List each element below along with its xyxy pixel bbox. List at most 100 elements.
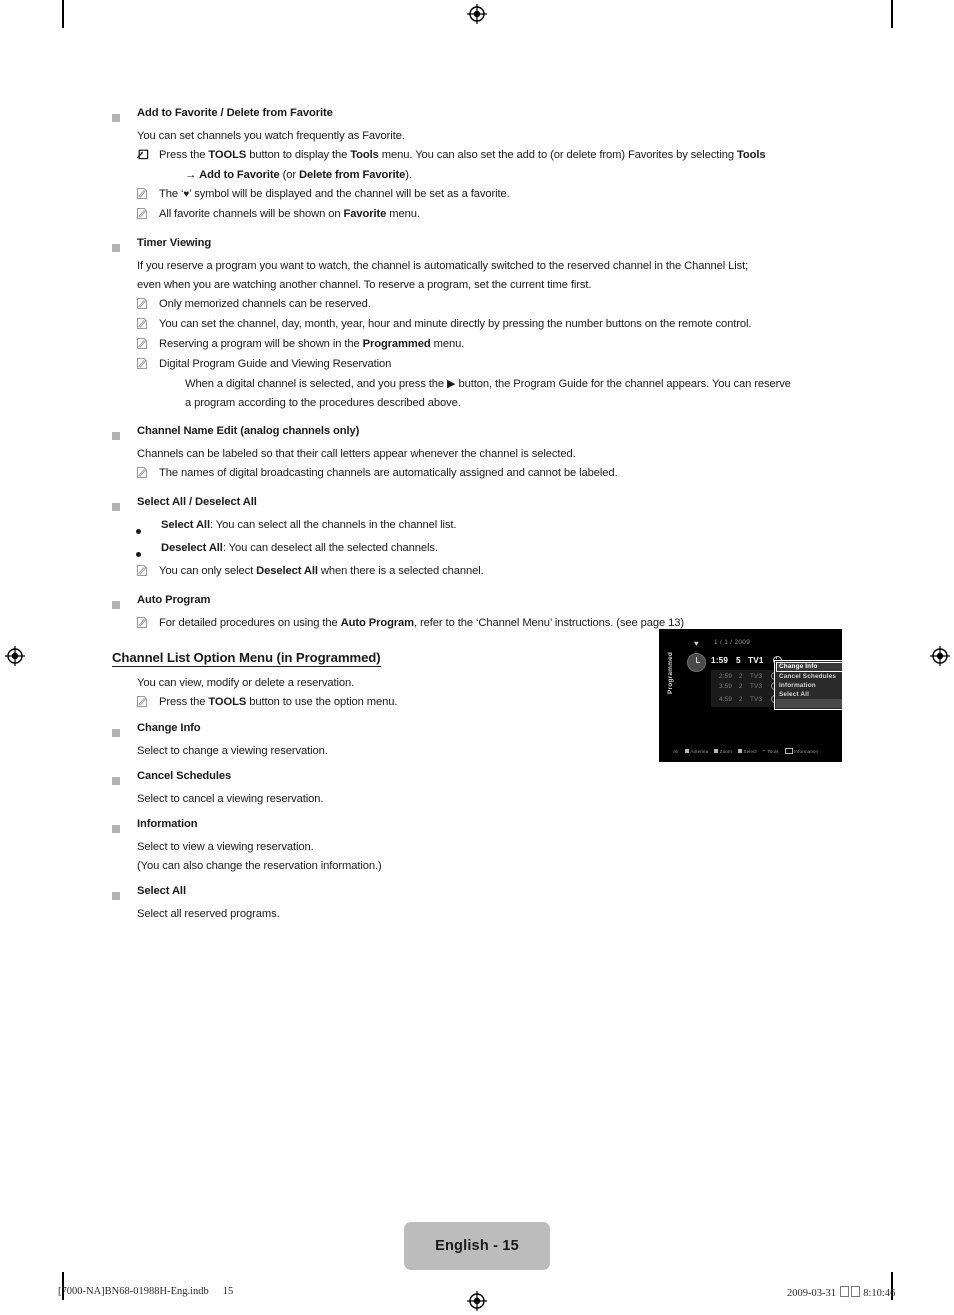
tv-row-number: 2	[739, 695, 743, 703]
option-item-cancel-schedules: Cancel Schedules Select to cancel a view…	[112, 767, 842, 809]
footer-page-number: 15	[222, 1286, 234, 1297]
square-bullet-icon	[112, 104, 137, 127]
tv-key-label: Antenna	[690, 748, 709, 754]
option-item-heading: Change Info	[137, 722, 201, 734]
tv-row-channel: TV1	[748, 655, 764, 665]
footer-filename: [7000-NA]BN68-01988H-Eng.indb	[58, 1286, 209, 1297]
tv-key-label: Select	[743, 748, 757, 754]
bullet-text: Deselect All: You can deselect all the s…	[161, 542, 438, 554]
square-bullet-icon	[112, 719, 137, 742]
note-text: The ‘♥’ symbol will be displayed and the…	[159, 188, 510, 200]
tv-date-label: 1 / 1 / 2009	[714, 639, 751, 646]
section-heading: Select All / Deselect All	[137, 496, 257, 508]
missing-glyph-box	[839, 1286, 849, 1297]
note-icon	[136, 614, 159, 634]
dot-bullet-icon	[136, 539, 161, 562]
note-subtext-line2: a program according to the procedures de…	[185, 397, 461, 409]
note-text: Digital Program Guide and Viewing Reserv…	[159, 358, 392, 370]
tv-side-label: Programmed	[667, 651, 674, 695]
option-menu-title: Channel List Option Menu (in Programmed)	[112, 650, 381, 667]
color-key-icon	[714, 749, 719, 753]
tv-row-time: 4:59	[719, 695, 733, 703]
info-icon	[784, 748, 793, 754]
note-icon	[136, 295, 159, 315]
tv-row-channel: TV3	[750, 682, 763, 690]
note-icon	[136, 693, 159, 713]
square-bullet-icon	[112, 767, 137, 790]
square-bullet-icon	[112, 591, 137, 614]
tv-key-air[interactable]: Air	[673, 749, 679, 754]
note-text: Only memorized channels can be reserved.	[159, 298, 371, 310]
section-body: If you reserve a program you want to wat…	[137, 260, 749, 272]
tv-row-channel: TV3	[750, 695, 763, 703]
favorite-heart-icon: ♥	[694, 639, 699, 648]
tv-osd-screenshot: Programmed ♥ 1 / 1 / 2009 1:59 5 TV1 2:5…	[659, 629, 842, 762]
section-heading: Add to Favorite / Delete from Favorite	[137, 107, 333, 119]
tv-key-label: Zoom	[719, 748, 732, 754]
tv-key-zoom[interactable]: Zoom	[714, 749, 732, 754]
section-body: Channels can be labeled so that their ca…	[137, 448, 576, 460]
tv-option-popup-menu: Change Info Cancel Schedules Information…	[774, 660, 842, 710]
note-text: Press the TOOLS button to display the To…	[159, 149, 766, 161]
tv-row-number: 5	[736, 655, 741, 665]
note-icon	[136, 185, 159, 205]
registration-mark-top	[466, 3, 488, 25]
tv-popup-item-select-all[interactable]: Select All	[776, 690, 842, 699]
section-auto-program: Auto Program For detailed procedures on …	[112, 591, 842, 634]
bullet-text: Select All: You can select all the chann…	[161, 519, 457, 531]
option-item-desc: Select to cancel a viewing reservation.	[137, 793, 324, 805]
note-icon	[136, 335, 159, 355]
note-text: Press the TOOLS button to use the option…	[159, 696, 398, 708]
square-bullet-icon	[112, 493, 137, 516]
tv-row-time: 2:59	[719, 672, 733, 680]
section-add-favorite: Add to Favorite / Delete from Favorite Y…	[112, 104, 842, 225]
clock-icon	[687, 653, 706, 672]
option-item-heading: Cancel Schedules	[137, 770, 232, 782]
note-text-continued: → Add to Favorite (or Delete from Favori…	[185, 169, 412, 181]
option-item-desc: Select to view a viewing reservation.	[137, 841, 314, 853]
tv-key-guide-bar: Air Antenna Zoom Select ⌐ Tools Informat…	[667, 746, 836, 756]
tv-key-tools[interactable]: ⌐ Tools	[763, 748, 779, 754]
tools-icon	[136, 146, 159, 166]
section-body-line2: even when you are watching another chann…	[137, 279, 592, 291]
tools-icon: ⌐	[762, 748, 766, 754]
square-bullet-icon	[112, 234, 137, 257]
note-icon	[136, 562, 159, 582]
option-item-select-all: Select All Select all reserved programs.	[112, 882, 842, 924]
section-heading: Timer Viewing	[137, 237, 212, 249]
section-body: You can set channels you watch frequentl…	[137, 130, 405, 142]
footer-time: 8:10:46	[863, 1288, 896, 1299]
square-bullet-icon	[112, 815, 137, 838]
manual-page-content: Add to Favorite / Delete from Favorite Y…	[112, 104, 842, 924]
square-bullet-icon	[112, 422, 137, 445]
note-text: You can set the channel, day, month, yea…	[159, 318, 752, 330]
registration-mark-right	[929, 645, 951, 667]
note-text: For detailed procedures on using the Aut…	[159, 617, 685, 629]
section-heading: Channel Name Edit (analog channels only)	[137, 425, 360, 437]
tv-popup-item-cancel-schedules[interactable]: Cancel Schedules	[776, 672, 842, 681]
footer-date: 2009-03-31	[787, 1288, 836, 1299]
note-subtext: When a digital channel is selected, and …	[185, 378, 791, 390]
tv-popup-item-change-info[interactable]: Change Info	[776, 662, 842, 672]
registration-mark-bottom	[466, 1290, 488, 1312]
section-timer-viewing: Timer Viewing If you reserve a program y…	[112, 234, 842, 413]
tv-key-information[interactable]: Information	[784, 748, 819, 754]
color-key-icon	[684, 749, 689, 753]
tv-popup-item-empty	[776, 699, 842, 708]
color-key-icon	[737, 749, 742, 753]
square-bullet-icon	[112, 882, 137, 905]
tv-row-number: 2	[739, 682, 743, 690]
dot-bullet-icon	[136, 516, 161, 539]
registration-mark-left	[4, 645, 26, 667]
note-icon	[136, 315, 159, 335]
option-item-heading: Information	[137, 818, 198, 830]
note-text: All favorite channels will be shown on F…	[159, 208, 420, 220]
note-text: You can only select Deselect All when th…	[159, 565, 484, 577]
tv-selected-row[interactable]: 1:59 5 TV1	[711, 653, 782, 667]
tv-key-antenna[interactable]: Antenna	[684, 748, 709, 754]
tv-row-time: 1:59	[711, 655, 729, 665]
note-text: Reserving a program will be shown in the…	[159, 338, 465, 350]
tv-key-select[interactable]: Select	[737, 748, 757, 754]
missing-glyph-box	[850, 1286, 860, 1297]
tv-popup-item-information[interactable]: Information	[776, 681, 842, 690]
